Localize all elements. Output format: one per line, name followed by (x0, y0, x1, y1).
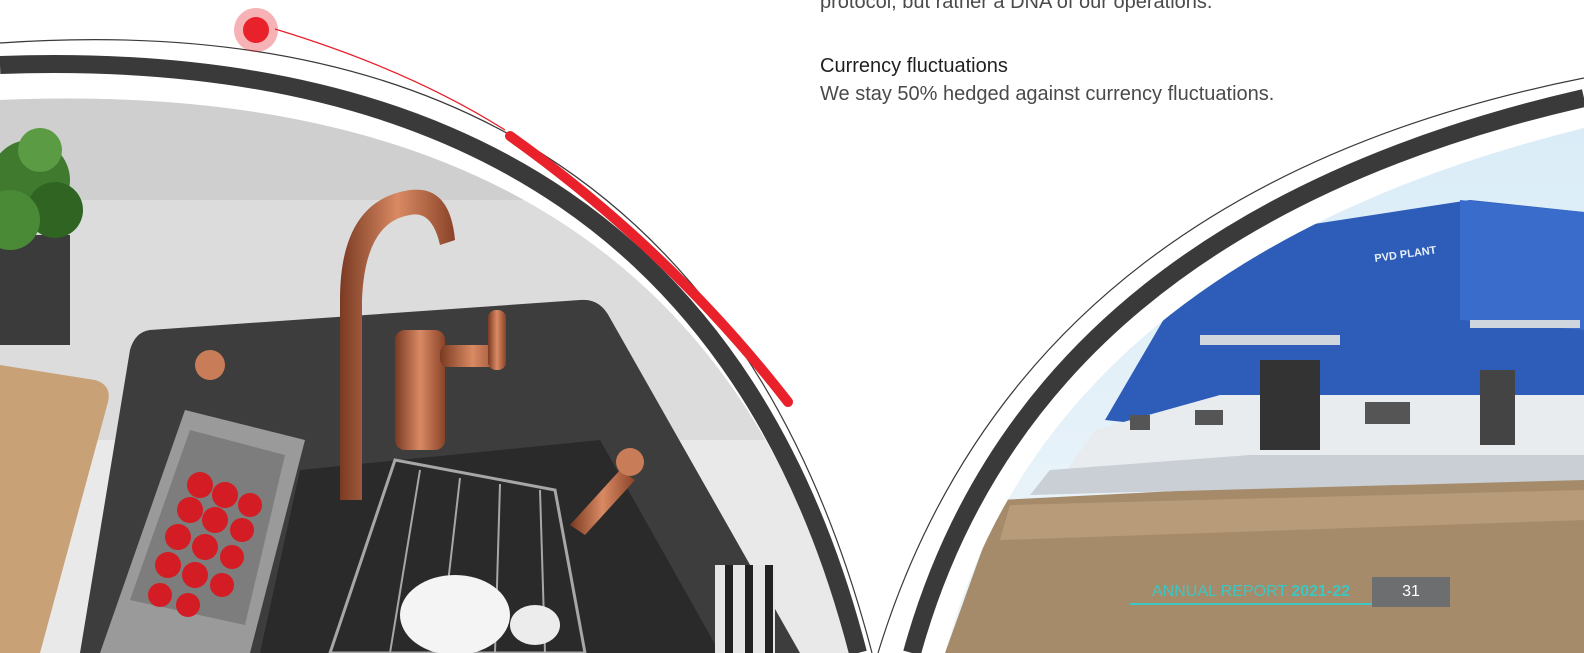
pvd-plant-photo: PVD PLANT (945, 128, 1584, 653)
footer-report-year: 2021-22 (1291, 583, 1351, 600)
footer-report-text: ANNUAL REPORT (1152, 583, 1292, 600)
footer-report-label: ANNUAL REPORT 2021-22 (1130, 583, 1373, 605)
red-dot (243, 17, 269, 43)
cup (400, 575, 510, 653)
section-heading-currency: Currency fluctuations (820, 55, 1008, 77)
body-text-fragment: protocol, but rather a DNA of our operat… (820, 0, 1213, 13)
striped-towel (715, 565, 775, 653)
body-text-column: protocol, but rather a DNA of our operat… (820, 0, 1520, 108)
page-footer: ANNUAL REPORT 2021-22 31 (1130, 577, 1451, 607)
page-number: 31 (1372, 577, 1451, 607)
currency-paragraph: We stay 50% hedged against currency fluc… (820, 83, 1275, 105)
